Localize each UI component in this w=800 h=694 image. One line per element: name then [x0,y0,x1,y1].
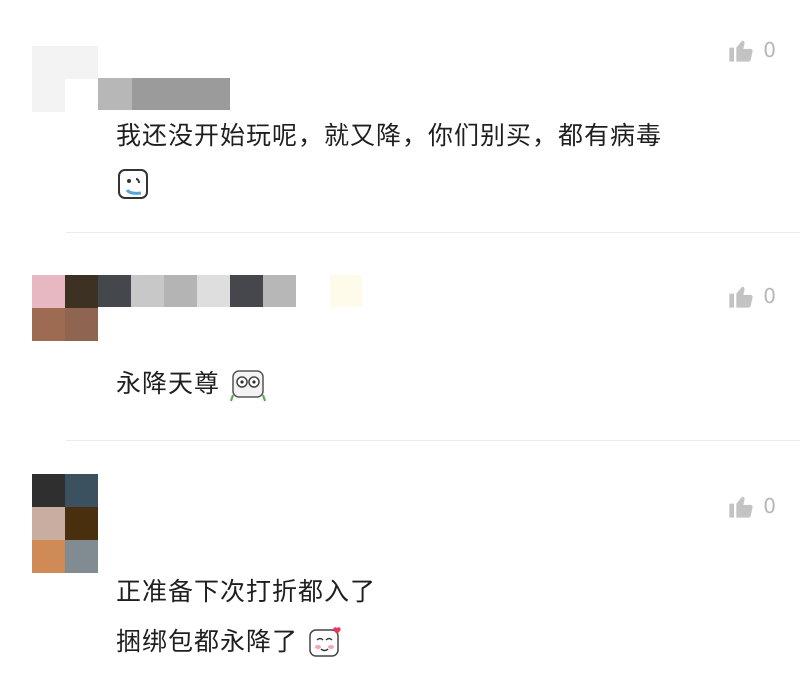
crying-face-emoji [117,168,149,200]
comment-text: 我还没开始玩呢，就又降，你们别买，都有病毒 [116,121,663,150]
username[interactable] [98,78,230,110]
avatar[interactable] [32,46,98,112]
thumbs-up-icon [729,496,753,518]
like-button[interactable]: 0 [727,282,776,310]
comment-item-1: 0 我还没开始玩呢，就又降，你们别买，都有病毒 [0,0,800,232]
comment-text: 永降天尊 [116,366,267,403]
like-count: 0 [763,494,776,518]
comment-text-line-1: 正准备下次打折都入了 [116,577,377,606]
comment-text-line-2: 捆绑包都永降了 [116,624,343,661]
avatar[interactable] [32,275,98,341]
shocked-panda-emoji [230,370,266,402]
username[interactable] [98,275,296,307]
thumbs-up-icon [729,286,753,308]
like-button[interactable]: 0 [727,492,776,520]
user-badge [330,275,362,307]
like-count: 0 [763,284,776,308]
comment-item-3: 0 正准备下次打折都入了 捆绑包都永降了 [0,440,800,694]
like-button[interactable]: 0 [727,36,776,64]
blushing-face-emoji [309,627,341,657]
thumbs-up-icon [729,40,753,62]
avatar[interactable] [32,474,98,573]
like-count: 0 [763,38,776,62]
comment-item-2: 0 永降天尊 [0,232,800,440]
